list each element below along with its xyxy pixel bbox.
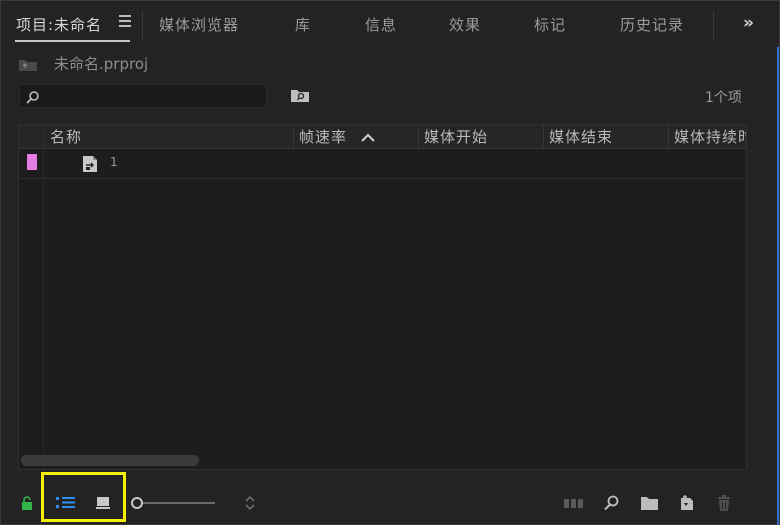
active-tab-underline xyxy=(15,40,130,42)
project-filename: 未命名.prproj xyxy=(54,55,149,73)
column-media-start[interactable]: 媒体开始 xyxy=(424,126,488,147)
sort-ascending-icon[interactable] xyxy=(361,133,375,143)
tab-media-browser[interactable]: 媒体浏览器 xyxy=(159,14,239,35)
column-frame-rate[interactable]: 帧速率 xyxy=(299,126,347,147)
tab-separator xyxy=(142,11,143,39)
horizontal-scrollbar[interactable] xyxy=(21,455,199,466)
column-header-row: 名称 帧速率 媒体开始 媒体结束 媒体持续时 xyxy=(19,125,746,149)
find-icon[interactable] xyxy=(604,495,620,511)
label-color-swatch[interactable] xyxy=(27,154,37,170)
tab-info[interactable]: 信息 xyxy=(365,14,397,35)
tab-libraries[interactable]: 库 xyxy=(295,14,311,35)
sort-icons-icon[interactable] xyxy=(244,495,256,511)
create-search-bin-icon[interactable] xyxy=(291,88,309,102)
zoom-slider-handle[interactable] xyxy=(131,497,143,509)
new-bin-icon[interactable] xyxy=(641,495,658,511)
trash-icon[interactable] xyxy=(717,495,731,511)
list-item[interactable]: 1 xyxy=(19,150,746,179)
search-box[interactable] xyxy=(19,84,267,108)
tab-effects[interactable]: 效果 xyxy=(449,14,481,35)
bin-up-icon[interactable] xyxy=(18,57,38,71)
view-mode-highlight xyxy=(41,472,126,522)
column-divider xyxy=(293,125,294,149)
column-divider xyxy=(418,125,419,149)
column-divider xyxy=(668,125,669,149)
search-input[interactable] xyxy=(44,87,262,105)
tab-project[interactable]: 项目:未命名 xyxy=(16,14,102,35)
tab-history[interactable]: 历史记录 xyxy=(620,14,684,35)
icon-view-icon[interactable] xyxy=(96,497,110,509)
list-view-icon[interactable] xyxy=(56,496,76,510)
new-item-icon[interactable] xyxy=(680,495,694,511)
project-item-list: 名称 帧速率 媒体开始 媒体结束 媒体持续时 1 xyxy=(18,124,747,470)
panel-focus-edge xyxy=(777,1,779,525)
column-media-duration[interactable]: 媒体持续时 xyxy=(674,126,746,147)
panel-menu-icon[interactable] xyxy=(119,15,131,27)
column-media-end[interactable]: 媒体结束 xyxy=(549,126,613,147)
sequence-icon xyxy=(83,156,97,172)
zoom-slider-track[interactable] xyxy=(141,502,215,504)
item-count: 1个项 xyxy=(705,90,742,106)
tab-overflow-button[interactable]: » xyxy=(743,13,754,33)
project-panel: 项目:未命名 媒体浏览器 库 信息 效果 标记 历史记录 » 未命名.prpro… xyxy=(0,0,780,525)
unlock-icon[interactable] xyxy=(21,496,33,510)
tab-bar: 项目:未命名 媒体浏览器 库 信息 效果 标记 历史记录 » xyxy=(1,1,779,47)
column-name[interactable]: 名称 xyxy=(50,126,82,147)
tab-separator xyxy=(713,11,714,39)
column-divider xyxy=(543,125,544,149)
search-icon xyxy=(26,91,39,104)
item-name[interactable]: 1 xyxy=(110,155,118,169)
tab-markers[interactable]: 标记 xyxy=(534,14,566,35)
automate-to-sequence-icon[interactable] xyxy=(564,495,584,511)
